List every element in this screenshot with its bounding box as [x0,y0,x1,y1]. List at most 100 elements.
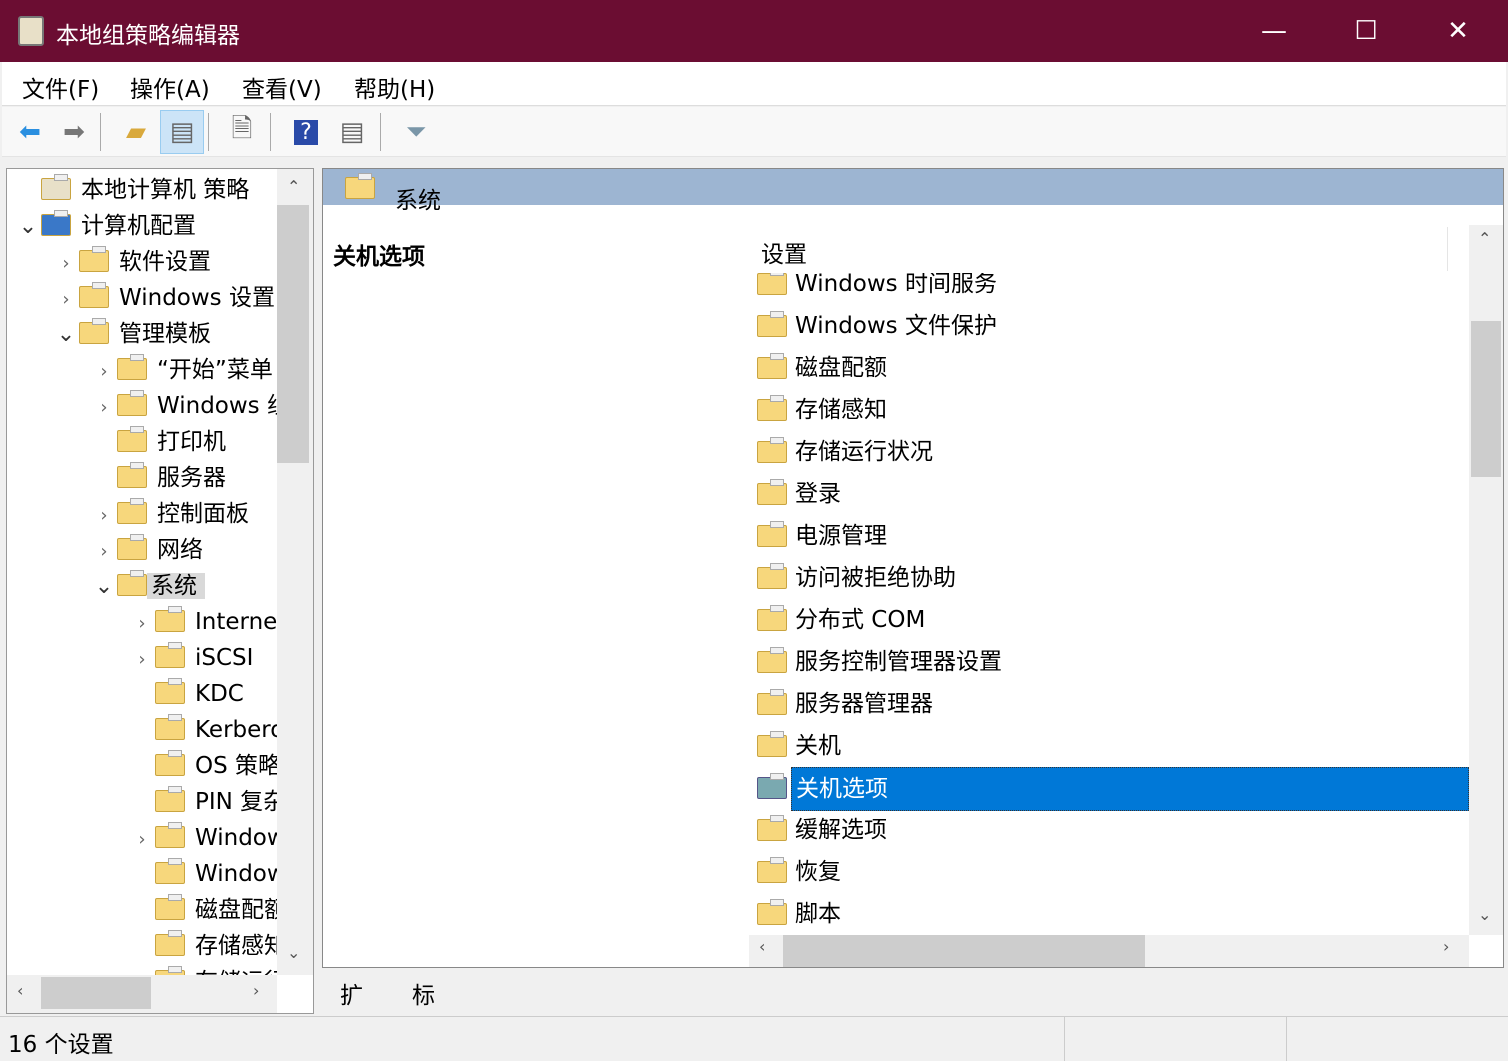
chevron-down-icon[interactable]: ⌄ [91,569,117,605]
export-list-icon[interactable]: 🗎 [220,110,264,154]
chevron-right-icon[interactable]: › [129,822,155,858]
tree-item[interactable]: 本地计算机 策略 [15,172,249,208]
menu-help[interactable]: 帮助(H) [354,70,435,104]
list-item[interactable]: 访问被拒绝协助 [749,557,1469,599]
tree-item-label: 本地计算机 策略 [81,177,249,203]
tree-item[interactable]: 磁盘配额 [129,892,277,928]
tree-item-label: 系统 [147,573,205,599]
list-item[interactable]: 存储感知 [749,389,1469,431]
list-item[interactable]: 服务控制管理器设置 [749,641,1469,683]
list-vertical-scrollbar[interactable]: ⌃ ⌄ [1469,225,1503,935]
list-item-label: Windows 时间服务 [791,273,1001,305]
folder-icon [155,682,185,704]
menu-action[interactable]: 操作(A) [130,70,210,104]
chevron-right-icon[interactable]: › [53,246,79,282]
folder-icon [757,861,787,883]
tree-vertical-scrollbar[interactable]: ⌃ ⌄ [277,169,313,975]
menu-bar: 文件(F) 操作(A) 查看(V) 帮助(H) [2,62,1506,106]
tree-item[interactable]: 存储运行 [129,964,277,975]
folder-icon [155,862,185,884]
maximize-button[interactable]: ☐ [1320,0,1412,62]
minimize-button[interactable]: — [1228,0,1320,62]
close-button[interactable]: ✕ [1412,0,1504,62]
chevron-right-icon[interactable]: › [129,642,155,678]
tree-item[interactable]: 服务器 [91,460,226,496]
tree-item[interactable]: ›Windows 组件 [91,388,277,424]
tree-item[interactable]: ⌄计算机配置 [15,208,196,244]
up-folder-icon[interactable]: ▰ [114,110,158,154]
tree-item[interactable]: › 软件设置 [53,244,211,280]
scroll-down-icon[interactable]: ⌄ [1478,905,1491,924]
scroll-up-icon[interactable]: ⌃ [287,177,300,196]
list-item[interactable]: Windows 文件保护 [749,305,1469,347]
filter-icon[interactable]: ⏷ [394,110,438,154]
chevron-down-icon[interactable]: ⌄ [53,317,79,353]
list-item[interactable]: 脚本 [749,893,1469,935]
list-item[interactable]: 恢复 [749,851,1469,893]
tree-item[interactable]: › Windows 设置 [53,280,275,316]
list-item[interactable]: Windows 时间服务 [749,273,1469,305]
tree-item[interactable]: KDC [129,676,244,712]
tree-item[interactable]: OS 策略 [129,748,277,784]
chevron-right-icon[interactable]: › [91,534,117,570]
tree-item-label: 打印机 [157,429,226,455]
tree-item[interactable]: Kerberos [129,712,277,748]
tree-item-label: Kerberos [195,717,277,743]
scroll-right-icon[interactable]: › [253,981,259,1000]
menu-view[interactable]: 查看(V) [242,70,322,104]
chevron-right-icon[interactable]: › [91,390,117,426]
list-item-label: 磁盘配额 [791,347,891,389]
tree-item-label: Windows 设置 [119,285,275,311]
scroll-thumb[interactable] [783,935,1145,967]
chevron-right-icon[interactable]: › [91,354,117,390]
scroll-left-icon[interactable]: ‹ [759,937,765,956]
list-item-label: 缓解选项 [791,809,891,851]
list-horizontal-scrollbar[interactable]: ‹ › [749,935,1469,967]
show-hide-tree-icon[interactable]: ▤ [160,110,204,154]
list-item[interactable]: 缓解选项 [749,809,1469,851]
list-item-label: 分布式 COM [791,599,929,641]
list-item[interactable]: 电源管理 [749,515,1469,557]
tree-item[interactable]: ⌄管理模板 [53,316,211,352]
scroll-left-icon[interactable]: ‹ [17,981,23,1000]
tree-item[interactable]: ›iSCSI [129,640,253,676]
scroll-up-icon[interactable]: ⌃ [1478,229,1491,248]
chevron-right-icon[interactable]: › [53,282,79,318]
list-item[interactable]: 登录 [749,473,1469,515]
tree-item-label: “开始”菜单 [157,357,273,383]
chevron-right-icon[interactable]: › [91,498,117,534]
scroll-right-icon[interactable]: › [1443,937,1449,956]
scroll-thumb[interactable] [41,977,151,1009]
scroll-down-icon[interactable]: ⌄ [287,943,300,962]
tree-item[interactable]: PIN 复杂性 [129,784,277,820]
tree-item[interactable]: ›网络 [91,532,203,568]
list-item[interactable]: 存储运行状况 [749,431,1469,473]
tree-item[interactable]: 存储感知 [129,928,277,964]
scroll-thumb[interactable] [277,205,309,463]
chevron-right-icon[interactable]: › [129,606,155,642]
list-item[interactable]: 关机 [749,725,1469,767]
folder-icon [155,754,185,776]
chevron-down-icon[interactable]: ⌄ [15,209,41,245]
list-item[interactable]: 分布式 COM [749,599,1469,641]
tree-item[interactable]: ›控制面板 [91,496,249,532]
tree-item[interactable]: ›Windows [129,820,277,856]
column-header-settings[interactable]: 设置 [761,235,807,269]
tree-item[interactable]: › “开始”菜单 [91,352,273,388]
list-item[interactable]: 磁盘配额 [749,347,1469,389]
scroll-thumb[interactable] [1471,321,1501,477]
list-item[interactable]: 服务器管理器 [749,683,1469,725]
show-action-pane-icon[interactable]: ▤ [330,110,374,154]
tree-item-label: 软件设置 [119,249,211,275]
list-item[interactable]: 关机选项 [749,767,1469,809]
menu-file[interactable]: 文件(F) [22,70,99,104]
forward-icon[interactable]: ➡ [52,110,96,154]
help-icon[interactable]: ? [284,110,328,154]
tree-item[interactable]: 打印机 [91,424,226,460]
tree-item[interactable]: ⌄ 系统 [91,568,205,604]
tree-item[interactable]: ›Internet [129,604,277,640]
tree-item[interactable]: Windows [129,856,277,892]
back-icon[interactable]: ⬅ [8,110,52,154]
tree-horizontal-scrollbar[interactable]: ‹ › [7,975,277,1013]
tree-item-label: PIN 复杂性 [195,789,277,815]
